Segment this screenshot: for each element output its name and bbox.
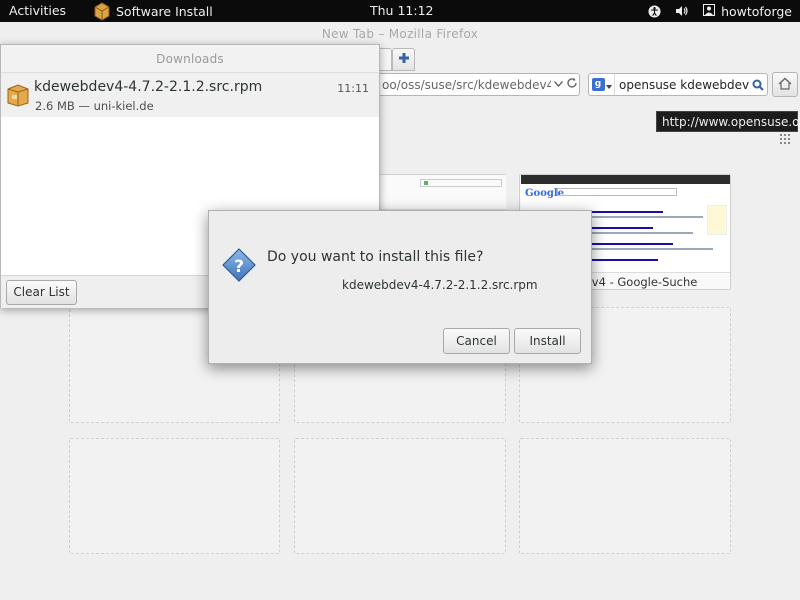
downloads-title: Downloads [1,45,379,73]
download-time: 11:11 [337,82,369,95]
dialog-question: Do you want to install this file? [267,249,484,265]
tile-empty[interactable] [519,438,731,554]
tab-current[interactable] [380,48,392,71]
dialog-filename: kdewebdev4-4.7.2-2.1.2.src.rpm [342,278,538,292]
svg-text:?: ? [234,257,244,277]
clear-list-button[interactable]: Clear List [6,280,77,305]
search-input[interactable]: opensuse kdewebdev4 [615,78,749,92]
top-bar: Activities Software Install Thu 11:12 ho… [0,0,800,22]
search-go-icon[interactable] [749,79,767,91]
question-icon: ? [222,248,256,282]
user-icon [703,3,716,19]
cancel-button[interactable]: Cancel [443,328,510,354]
package-icon [92,1,112,21]
home-button[interactable] [772,72,798,97]
clock[interactable]: Thu 11:12 [370,3,433,18]
new-tab-button[interactable] [392,48,415,71]
url-tooltip: http://www.opensuse.org/ [656,111,800,132]
url-text: oo/oss/suse/src/kdewebdev4-4.7 [382,77,551,92]
tile-grid-icon[interactable] [780,134,790,144]
tile-thumbnail-left [380,175,506,210]
tile-empty[interactable] [294,438,506,554]
accessibility-icon[interactable] [648,4,661,18]
search-bar[interactable]: g opensuse kdewebdev4 [588,73,768,96]
download-item[interactable]: kdewebdev4-4.7.2-2.1.2.src.rpm 2.6 MB — … [1,73,379,117]
package-icon [7,83,29,107]
dropdown-icon[interactable] [551,79,565,90]
system-tray: howtoforge [634,0,792,22]
reload-icon[interactable] [565,77,579,92]
app-menu[interactable]: Software Install [92,0,213,22]
google-icon: g [591,78,605,91]
volume-icon[interactable] [675,5,689,17]
plus-icon [398,52,410,67]
download-filename: kdewebdev4-4.7.2-2.1.2.src.rpm [34,79,263,95]
tile-empty[interactable] [69,438,280,554]
app-menu-label: Software Install [116,3,213,19]
install-dialog: ? Do you want to install this file? kdew… [208,210,592,364]
username: howtoforge [721,3,792,19]
firefox-title: New Tab – Mozilla Firefox [321,27,479,41]
search-engine-selector[interactable]: g [589,74,615,95]
home-icon [778,77,792,93]
url-bar[interactable]: oo/oss/suse/src/kdewebdev4-4.7 [380,73,580,96]
download-details: 2.6 MB — uni-kiel.de [35,99,154,113]
chevron-down-icon [605,78,612,92]
user-menu[interactable]: howtoforge [703,3,792,19]
activities-button[interactable]: Activities [9,3,66,18]
install-button[interactable]: Install [514,328,581,354]
